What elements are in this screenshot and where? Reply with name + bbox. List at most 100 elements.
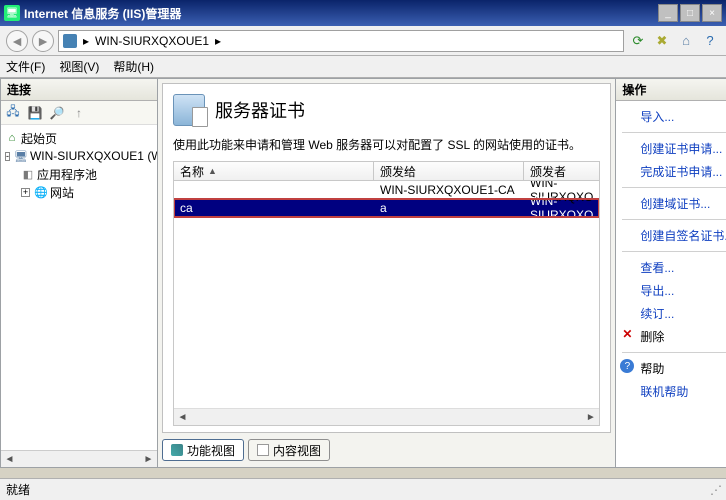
divider: [622, 132, 726, 133]
tree-sites[interactable]: + 🌐 网站: [21, 183, 155, 201]
status-text: 就绪: [6, 481, 30, 498]
actions-header: 操作: [616, 79, 726, 101]
connections-panel: 连接 🖧 💾 🔎 ↑ ⌂ 起始页 - 🖥 WIN-SIURXQXOUE1 (WI…: [0, 78, 158, 468]
col-issuer[interactable]: 颁发者: [524, 162, 599, 180]
cell-issuedto: a: [374, 201, 524, 215]
help-button[interactable]: ?: [700, 31, 720, 51]
divider: [622, 219, 726, 220]
menu-help[interactable]: 帮助(H): [113, 58, 154, 75]
center-panel: 服务器证书 使用此功能来申请和管理 Web 服务器可以对配置了 SSL 的网站使…: [158, 78, 616, 468]
center-scrollbar[interactable]: ◄ ►: [174, 408, 599, 425]
table-row[interactable]: ca a WIN-SIURXQXO: [174, 199, 599, 217]
tree-apppool-label: 应用程序池: [37, 166, 97, 183]
minimize-button[interactable]: _: [658, 4, 678, 22]
refresh-button[interactable]: ⟳: [628, 31, 648, 51]
expand-icon[interactable]: +: [21, 188, 30, 197]
home-button[interactable]: ⌂: [676, 31, 696, 51]
window-title: Internet 信息服务 (IIS)管理器: [24, 5, 658, 22]
divider: [622, 251, 726, 252]
connections-header: 连接: [1, 79, 157, 101]
action-delete[interactable]: ✕删除: [616, 325, 726, 348]
nav-icon[interactable]: 🔎: [49, 105, 65, 121]
action-create-domain[interactable]: 创建域证书...: [616, 192, 726, 215]
app-icon: 🖥: [4, 5, 20, 21]
divider: [622, 352, 726, 353]
menu-view[interactable]: 视图(V): [59, 58, 99, 75]
page-title: 服务器证书: [215, 97, 305, 123]
server-icon: [63, 34, 77, 48]
scroll-right-icon[interactable]: ►: [140, 451, 157, 467]
apppool-icon: ◧: [21, 167, 35, 181]
actions-list: 导入... 创建证书申请... 完成证书申请... 创建域证书... 创建自签名…: [616, 101, 726, 467]
table-body: WIN-SIURXQXOUE1-CA WIN-SIURXQXO ca a WIN…: [173, 181, 600, 426]
page-description: 使用此功能来申请和管理 Web 服务器可以对配置了 SSL 的网站使用的证书。: [173, 136, 600, 153]
forward-button[interactable]: ►: [32, 30, 54, 52]
window-buttons: _ □ ×: [658, 4, 722, 22]
tree-apppool[interactable]: ◧ 应用程序池: [21, 165, 155, 183]
save-icon[interactable]: 💾: [27, 105, 43, 121]
center-title-row: 服务器证书: [173, 94, 600, 126]
tree-home-label: 起始页: [21, 130, 57, 147]
resize-grip-icon[interactable]: ⋰: [710, 483, 720, 497]
actions-panel: 操作 导入... 创建证书申请... 完成证书申请... 创建域证书... 创建…: [616, 78, 726, 468]
action-create-self[interactable]: 创建自签名证书...: [616, 224, 726, 247]
connect-icon[interactable]: 🖧: [5, 105, 21, 121]
scroll-left-icon[interactable]: ◄: [174, 409, 191, 425]
title-bar: 🖥 Internet 信息服务 (IIS)管理器 _ □ ×: [0, 0, 726, 26]
scroll-track[interactable]: [18, 451, 140, 467]
scroll-track[interactable]: [191, 409, 582, 425]
action-create-csr[interactable]: 创建证书申请...: [616, 137, 726, 160]
action-help[interactable]: ?帮助: [616, 357, 726, 380]
scroll-left-icon[interactable]: ◄: [1, 451, 18, 467]
up-icon[interactable]: ↑: [71, 105, 87, 121]
main-area: 连接 🖧 💾 🔎 ↑ ⌂ 起始页 - 🖥 WIN-SIURXQXOUE1 (WI…: [0, 78, 726, 468]
close-button[interactable]: ×: [702, 4, 722, 22]
toolbar-right: ⟳ ✖ ⌂ ?: [628, 31, 720, 51]
col-issuedto[interactable]: 颁发给: [374, 162, 524, 180]
center-card: 服务器证书 使用此功能来申请和管理 Web 服务器可以对配置了 SSL 的网站使…: [162, 83, 611, 433]
cert-icon: [173, 94, 205, 126]
sort-asc-icon: ▲: [208, 166, 217, 176]
stop-button[interactable]: ✖: [652, 31, 672, 51]
breadcrumb[interactable]: ▸ WIN-SIURXQXOUE1 ▸: [58, 30, 624, 52]
view-tabs: 功能视图 内容视图: [162, 437, 611, 463]
connections-toolbar: 🖧 💾 🔎 ↑: [1, 101, 157, 125]
tree-sites-label: 网站: [50, 184, 74, 201]
table-header: 名称▲ 颁发给 颁发者: [173, 161, 600, 181]
col-name[interactable]: 名称▲: [174, 162, 374, 180]
scroll-right-icon[interactable]: ►: [582, 409, 599, 425]
tree-server[interactable]: - 🖥 WIN-SIURXQXOUE1 (WIN: [5, 147, 155, 165]
action-complete-csr[interactable]: 完成证书申请...: [616, 160, 726, 183]
tree-server-label: WIN-SIURXQXOUE1 (WIN: [30, 149, 157, 163]
action-renew[interactable]: 续订...: [616, 302, 726, 325]
address-bar: ◄ ► ▸ WIN-SIURXQXOUE1 ▸ ⟳ ✖ ⌂ ?: [0, 26, 726, 56]
cell-issuer: WIN-SIURXQXO: [524, 194, 599, 222]
action-import[interactable]: 导入...: [616, 105, 726, 128]
menu-file[interactable]: 文件(F): [6, 58, 45, 75]
divider: [622, 187, 726, 188]
server-icon: 🖥: [14, 149, 28, 163]
action-online-help[interactable]: 联机帮助: [616, 380, 726, 403]
breadcrumb-sep: ▸: [215, 34, 221, 48]
breadcrumb-server[interactable]: WIN-SIURXQXOUE1: [95, 34, 209, 48]
features-icon: [171, 444, 183, 456]
menu-bar: 文件(F) 视图(V) 帮助(H): [0, 56, 726, 78]
status-bar: 就绪 ⋰: [0, 478, 726, 500]
cell-name: ca: [174, 201, 374, 215]
connections-tree: ⌂ 起始页 - 🖥 WIN-SIURXQXOUE1 (WIN ◧ 应用程序池 +…: [1, 125, 157, 450]
home-icon: ⌂: [5, 131, 19, 145]
maximize-button[interactable]: □: [680, 4, 700, 22]
tree-home[interactable]: ⌂ 起始页: [5, 129, 155, 147]
tab-features[interactable]: 功能视图: [162, 439, 244, 461]
breadcrumb-sep: ▸: [83, 34, 89, 48]
collapse-icon[interactable]: -: [5, 152, 10, 161]
tab-content[interactable]: 内容视图: [248, 439, 330, 461]
cell-issuedto: WIN-SIURXQXOUE1-CA: [374, 183, 524, 197]
sites-icon: 🌐: [34, 185, 48, 199]
left-scrollbar[interactable]: ◄ ►: [1, 450, 157, 467]
back-button[interactable]: ◄: [6, 30, 28, 52]
action-export[interactable]: 导出...: [616, 279, 726, 302]
action-view[interactable]: 查看...: [616, 256, 726, 279]
content-icon: [257, 444, 269, 456]
help-icon: ?: [620, 359, 634, 373]
